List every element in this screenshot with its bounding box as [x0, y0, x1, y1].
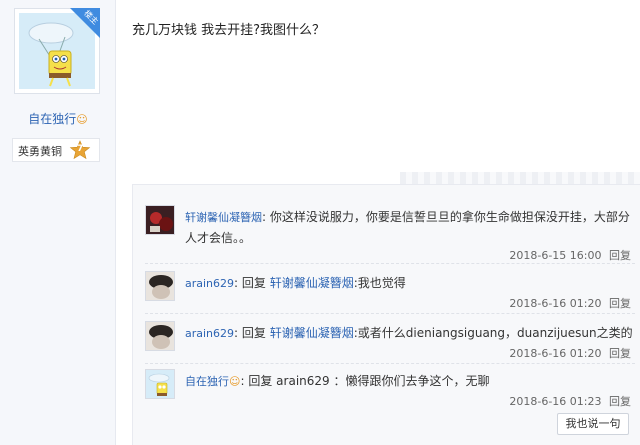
reply-divider	[145, 263, 635, 264]
reply-avatar[interactable]	[145, 205, 175, 235]
reply-time: 2018-6-15 16:00	[509, 249, 602, 262]
reply-target-link[interactable]: 轩谢馨仙凝簪烟	[270, 276, 354, 290]
reply-username[interactable]: 自在独行	[185, 375, 229, 388]
reply-item: 轩谢馨仙凝簪烟: 你这样没说服力，你要是信誓旦旦的拿你生命做担保没开挂，大部分人…	[145, 205, 635, 269]
reply-meta: 2018-6-16 01:20 回复	[509, 345, 631, 361]
reply-prefix: 回复	[241, 276, 266, 290]
reply-text: :我也觉得	[353, 276, 406, 290]
reply-avatar[interactable]	[145, 321, 175, 351]
reply-body: arain629: 回复 轩谢馨仙凝簪烟:或者什么dieniangsiguang…	[185, 326, 633, 340]
reply-meta: 2018-6-15 16:00 回复	[509, 247, 631, 263]
reply-item: arain629: 回复 轩谢馨仙凝簪烟:或者什么dieniangsiguang…	[145, 321, 635, 361]
reply-item: arain629: 回复 轩谢馨仙凝簪烟:我也觉得 2018-6-16 01:2…	[145, 271, 635, 311]
reply-time: 2018-6-16 01:23	[509, 395, 602, 408]
author-name-row[interactable]: 自在独行☺	[0, 110, 116, 127]
reply-username[interactable]: arain629	[185, 327, 234, 340]
level-number: 7	[77, 144, 84, 154]
smiley-icon: ☺	[76, 113, 88, 126]
level-title: 英勇黄铜	[18, 145, 62, 158]
reply-divider	[145, 313, 635, 314]
post-content: 充几万块钱 我去开挂?我图什么？	[132, 23, 326, 38]
reply-avatar[interactable]	[145, 369, 175, 399]
reply-link[interactable]: 回复	[609, 347, 631, 360]
reply-text: ：懒得跟你们去争这个，无聊	[333, 374, 490, 388]
thread-owner-badge: 楼主	[70, 8, 100, 38]
author-avatar[interactable]: 楼主	[14, 8, 100, 94]
reply-divider	[145, 363, 635, 364]
author-panel: 楼主 自在独行☺ 英勇黄铜 7	[0, 0, 116, 445]
reply-meta: 2018-6-16 01:20 回复	[509, 295, 631, 311]
reply-item: 自在独行☺: 回复 arain629 ：懒得跟你们去争这个，无聊 2018-6-…	[145, 369, 635, 409]
reply-meta: 2018-6-16 01:23 回复	[509, 393, 631, 409]
reply-target-link[interactable]: 轩谢馨仙凝簪烟	[270, 326, 354, 340]
reply-body: 自在独行☺: 回复 arain629 ：懒得跟你们去争这个，无聊	[185, 374, 490, 388]
reply-link[interactable]: 回复	[609, 395, 631, 408]
reply-username[interactable]: 轩谢馨仙凝簪烟	[185, 211, 262, 224]
level-badge[interactable]: 英勇黄铜 7	[12, 138, 100, 162]
reply-text: :或者什么dieniangsiguang，duanzijuesun之类的	[353, 326, 633, 340]
smiley-icon: ☺	[229, 375, 241, 388]
reply-avatar[interactable]	[145, 271, 175, 301]
reply-link[interactable]: 回复	[609, 297, 631, 310]
reply-prefix: 回复	[248, 374, 273, 388]
reply-target-link[interactable]: arain629	[276, 374, 329, 388]
reply-time: 2018-6-16 01:20	[509, 347, 602, 360]
reply-link[interactable]: 回复	[609, 249, 631, 262]
say-something-button[interactable]: 我也说一句	[557, 413, 629, 435]
reply-prefix: 回复	[241, 326, 266, 340]
reply-body: 轩谢馨仙凝簪烟: 你这样没说服力，你要是信誓旦旦的拿你生命做担保没开挂，大部分人…	[185, 210, 630, 245]
reply-list: 轩谢馨仙凝簪烟: 你这样没说服力，你要是信誓旦旦的拿你生命做担保没开挂，大部分人…	[132, 184, 640, 445]
reply-username[interactable]: arain629	[185, 277, 234, 290]
level-star-icon: 7	[69, 140, 91, 160]
author-name[interactable]: 自在独行	[28, 112, 76, 126]
reply-body: arain629: 回复 轩谢馨仙凝簪烟:我也觉得	[185, 276, 406, 290]
reply-time: 2018-6-16 01:20	[509, 297, 602, 310]
